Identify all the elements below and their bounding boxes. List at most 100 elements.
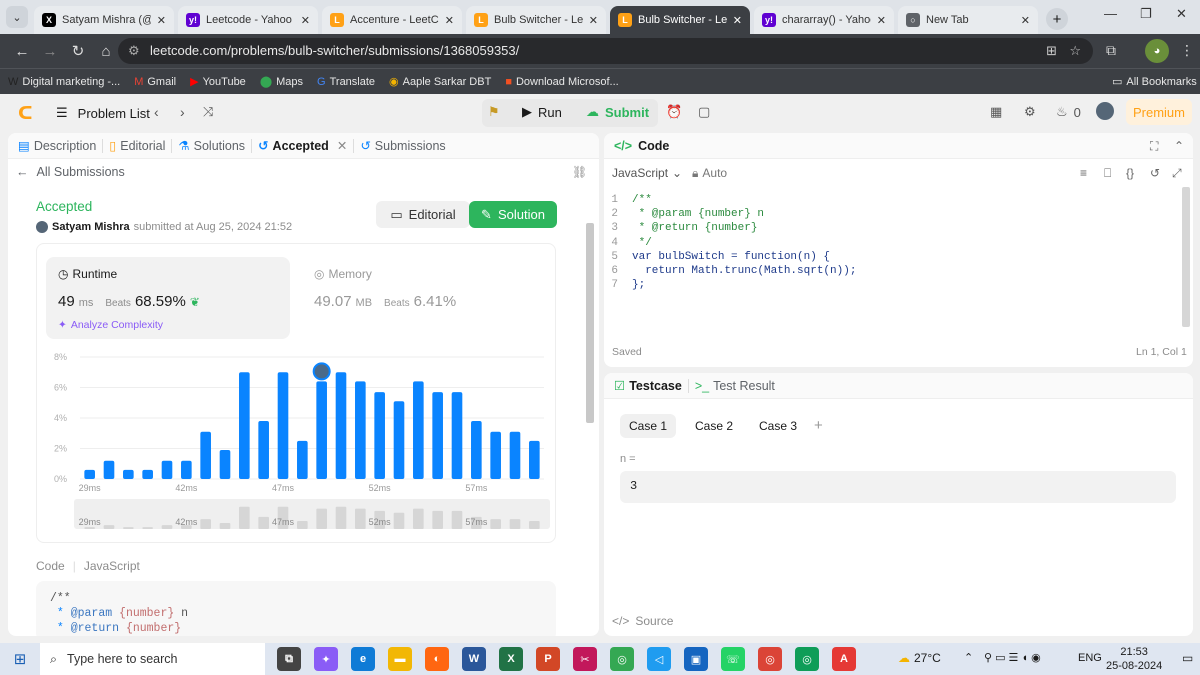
auto-mode[interactable]: 🔒︎ Auto xyxy=(692,166,727,181)
debug-icon[interactable]: ⚑ xyxy=(488,104,500,120)
analyze-complexity[interactable]: ✦ Analyze Complexity xyxy=(58,319,163,331)
bookmark-item[interactable]: ◉ Aaple Sarkar DBT xyxy=(389,75,491,89)
translate-icon[interactable]: ⊞ xyxy=(1046,38,1057,64)
close-tab-icon[interactable]: ✕ xyxy=(337,138,347,153)
case-3-tab[interactable]: Case 3 xyxy=(750,414,806,438)
fullscreen-icon[interactable]: ⛶ xyxy=(1150,139,1158,154)
timer-icon[interactable]: ⏰ xyxy=(666,104,682,120)
chrome-icon[interactable]: ◎ xyxy=(610,647,634,671)
browser-tab[interactable]: ○ New Tab ✕ xyxy=(898,6,1038,34)
editorial-button[interactable]: ▭ Editorial xyxy=(376,201,470,228)
tab-submissions[interactable]: ↺ Submissions xyxy=(360,138,445,154)
extensions-icon[interactable]: ⧉ xyxy=(1106,42,1116,59)
firefox-icon[interactable]: ◐ xyxy=(425,647,449,671)
add-case-icon[interactable]: + xyxy=(814,417,823,434)
settings-icon[interactable]: ⚙ xyxy=(1024,104,1036,120)
all-submissions-link[interactable]: ← All Submissions xyxy=(16,165,125,179)
close-tab-icon[interactable]: ✕ xyxy=(1021,14,1030,27)
reset-icon[interactable]: ↺ xyxy=(1150,166,1160,180)
editor-scrollbar[interactable] xyxy=(1182,187,1190,327)
bookmark-item[interactable]: G Translate xyxy=(317,75,375,88)
tab-accepted[interactable]: ↺ Accepted ✕ xyxy=(258,138,347,154)
source-link[interactable]: </> Source xyxy=(612,614,673,628)
snipping-icon[interactable]: ✂ xyxy=(573,647,597,671)
browser-tab[interactable]: L Bulb Switcher - LeetC ✕ xyxy=(610,6,750,34)
new-tab-button[interactable]: + xyxy=(1046,8,1068,30)
bookmark-item[interactable]: W Digital marketing -... xyxy=(8,75,120,88)
file-explorer-icon[interactable]: ▬ xyxy=(388,647,412,671)
tab-solutions[interactable]: ⚗ Solutions xyxy=(178,138,245,154)
solution-button[interactable]: ✎ Solution xyxy=(469,201,557,228)
site-info-icon[interactable]: ⚙ xyxy=(128,38,140,64)
url-bar[interactable]: ⚙ leetcode.com/problems/bulb-switcher/su… xyxy=(118,38,1093,64)
browser-tab[interactable]: y! Leetcode - Yahoo Ind ✕ xyxy=(178,6,318,34)
next-problem-icon[interactable]: › xyxy=(180,104,185,120)
profile-avatar[interactable]: ◕ xyxy=(1145,39,1169,63)
language-indicator[interactable]: ENG xyxy=(1078,652,1102,664)
format-icon[interactable]: ≡ xyxy=(1080,166,1087,180)
variable-input[interactable]: 3 xyxy=(620,471,1176,503)
clock[interactable]: 21:53 25-08-2024 xyxy=(1106,645,1162,673)
tab-description[interactable]: ▤ Description xyxy=(18,138,96,154)
problem-list-button[interactable]: ☰ Problem List xyxy=(56,105,150,121)
whatsapp-icon[interactable]: ☏ xyxy=(721,647,745,671)
prev-problem-icon[interactable]: ‹ xyxy=(154,104,159,120)
home-icon[interactable]: ⌂ xyxy=(92,43,120,60)
edge-icon[interactable]: e xyxy=(351,647,375,671)
bookmark-item[interactable]: ▶ YouTube xyxy=(190,75,246,89)
case-1-tab[interactable]: Case 1 xyxy=(620,414,676,438)
bookmark-item[interactable]: ■ Download Microsof... xyxy=(505,75,618,88)
notes-icon[interactable]: ▢ xyxy=(698,104,710,120)
leetcode-logo[interactable]: ᑕ xyxy=(18,103,33,124)
submit-button[interactable]: ☁ Submit xyxy=(586,104,649,120)
back-icon[interactable]: ← xyxy=(8,43,36,60)
bookmark-icon[interactable]: ⎕ xyxy=(1104,166,1111,181)
chrome-profile2-icon[interactable]: ◎ xyxy=(795,647,819,671)
pdf-icon[interactable]: A xyxy=(832,647,856,671)
runtime-card[interactable]: ◷ Runtime 49 ms Beats 68.59% ❦ ✦ Analyze… xyxy=(46,257,290,339)
tray-icons[interactable]: ⚲ ▭ ☰ ◖ ◉ xyxy=(984,651,1041,664)
collapse-icon[interactable]: ⌃ xyxy=(1174,139,1184,153)
bookmark-item[interactable]: M Gmail xyxy=(134,75,176,88)
tab-testcase[interactable]: ☑ Testcase xyxy=(614,378,682,394)
language-select[interactable]: JavaScript ⌄ xyxy=(612,166,682,180)
chrome-profile-icon[interactable]: ◎ xyxy=(758,647,782,671)
close-tab-icon[interactable]: ✕ xyxy=(733,14,742,27)
streak-counter[interactable]: ♨ 0 xyxy=(1056,104,1081,120)
close-tab-icon[interactable]: ✕ xyxy=(157,14,166,27)
close-window-icon[interactable]: ✕ xyxy=(1176,6,1187,22)
close-tab-icon[interactable]: ✕ xyxy=(445,14,454,27)
copilot-icon[interactable]: ✦ xyxy=(314,647,338,671)
maximize-icon[interactable]: ❐ xyxy=(1140,6,1152,22)
tray-chevron-icon[interactable]: ⌃ xyxy=(964,651,973,664)
weather-widget[interactable]: ☁ 27°C xyxy=(898,651,941,665)
share-link-icon[interactable]: ⛓ xyxy=(572,165,587,179)
close-tab-icon[interactable]: ✕ xyxy=(877,14,886,27)
forward-icon[interactable]: → xyxy=(36,43,64,60)
expand-icon[interactable]: ⤢ xyxy=(1172,166,1182,181)
tab-editorial[interactable]: ▯ Editorial xyxy=(109,138,165,154)
memory-header[interactable]: ◎ Memory xyxy=(314,267,372,281)
browser-tab[interactable]: y! chararray() - Yahoo I ✕ xyxy=(754,6,894,34)
close-tab-icon[interactable]: ✕ xyxy=(589,14,598,27)
code-editor[interactable]: 1/** 2 * @param {number} n3 * @return {nu… xyxy=(604,193,1180,292)
browser-tab[interactable]: L Accenture - LeetCode ✕ xyxy=(322,6,462,34)
excel-icon[interactable]: X xyxy=(499,647,523,671)
tab-search-icon[interactable]: ⌄ xyxy=(6,6,28,28)
reload-icon[interactable]: ↻ xyxy=(64,42,92,60)
taskbar-search[interactable]: ⌕ Type here to search xyxy=(40,643,265,675)
vscode-icon[interactable]: ◁ xyxy=(647,647,671,671)
windows-start-icon[interactable]: ⊞ xyxy=(0,650,40,668)
shuffle-icon[interactable]: ⤨ xyxy=(203,104,213,120)
run-button[interactable]: ▶ Run xyxy=(522,104,562,120)
tab-test-result[interactable]: >_ Test Result xyxy=(695,379,775,393)
browser-tab[interactable]: L Bulb Switcher - LeetC ✕ xyxy=(466,6,606,34)
all-bookmarks[interactable]: ▭ All Bookmarks xyxy=(1112,75,1197,89)
bookmark-item[interactable]: ⬤ Maps xyxy=(260,75,303,89)
case-2-tab[interactable]: Case 2 xyxy=(686,414,742,438)
close-tab-icon[interactable]: ✕ xyxy=(301,14,310,27)
notifications-icon[interactable]: ▭ xyxy=(1182,651,1193,665)
user-avatar[interactable] xyxy=(1096,102,1114,120)
premium-button[interactable]: Premium xyxy=(1126,99,1192,125)
submitter-name[interactable]: Satyam Mishra xyxy=(52,221,130,233)
